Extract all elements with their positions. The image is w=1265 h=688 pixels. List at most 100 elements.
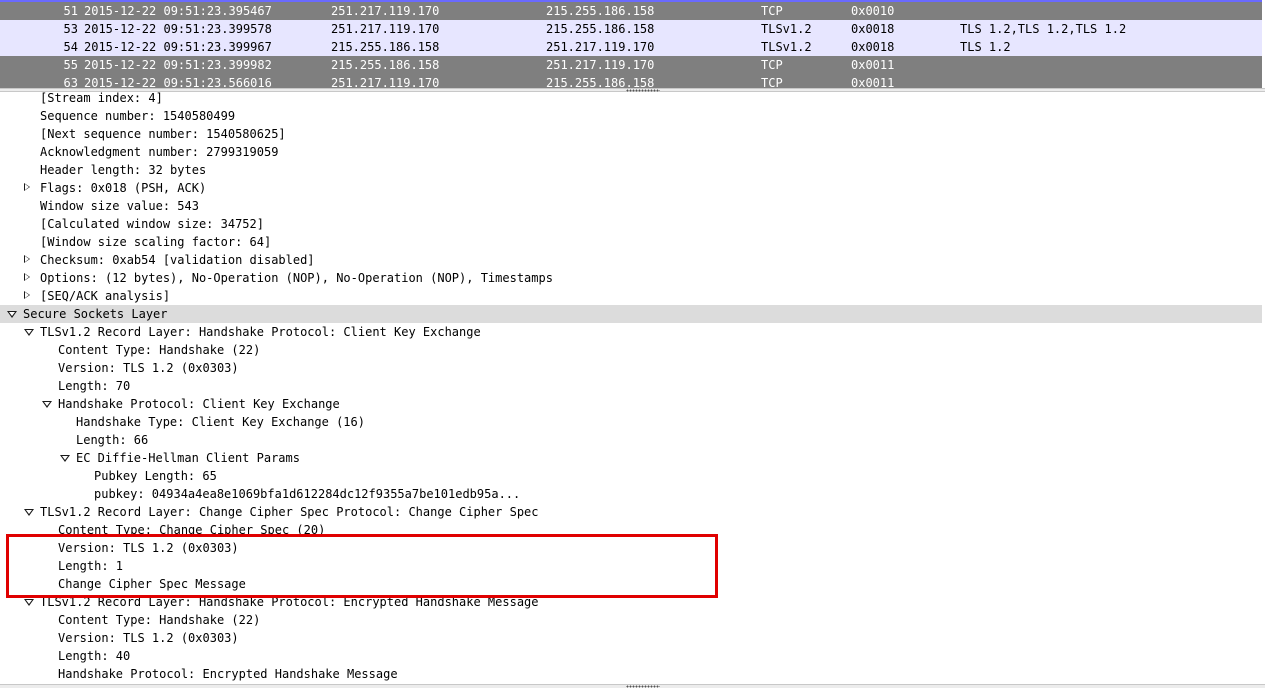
- expanded-triangle-icon[interactable]: [24, 329, 34, 336]
- tree-item[interactable]: TLSv1.2 Record Layer: Handshake Protocol…: [0, 593, 1262, 611]
- tree-item[interactable]: Length: 70: [0, 377, 1262, 395]
- expanded-triangle-icon[interactable]: [60, 455, 70, 462]
- tree-item-label: Version: TLS 1.2 (0x0303): [58, 541, 239, 555]
- expanded-triangle-icon[interactable]: [7, 311, 17, 318]
- tree-item[interactable]: Content Type: Handshake (22): [0, 611, 1262, 629]
- packet-row[interactable]: 54 2015-12-22 09:51:23.399967 215.255.186.…: [0, 38, 1262, 56]
- tree-item-label: TLSv1.2 Record Layer: Handshake Protocol…: [40, 325, 481, 339]
- tree-item[interactable]: Pubkey Length: 65: [0, 467, 1262, 485]
- packet-cell-len: 0x0011: [851, 76, 895, 88]
- packet-cell-time: 2015-12-22 09:51:23.566016: [84, 76, 272, 88]
- collapsed-triangle-icon[interactable]: [24, 183, 30, 191]
- tree-item-label: Handshake Type: Client Key Exchange (16): [76, 415, 365, 429]
- packet-list[interactable]: 51 2015-12-22 09:51:23.395467 251.217.119.…: [0, 0, 1265, 88]
- tree-item[interactable]: Version: TLS 1.2 (0x0303): [0, 359, 1262, 377]
- expanded-triangle-icon[interactable]: [24, 599, 34, 606]
- tree-item[interactable]: Handshake Protocol: Encrypted Handshake …: [0, 665, 1262, 683]
- tree-item-label: [Stream index: 4]: [40, 92, 163, 105]
- packet-cell-info: TLS 1.2,TLS 1.2,TLS 1.2: [960, 22, 1127, 36]
- tree-item[interactable]: Content Type: Change Cipher Spec (20): [0, 521, 1262, 539]
- packet-cell-dst: 251.217.119.170: [546, 58, 655, 72]
- tree-item[interactable]: [Stream index: 4]: [0, 92, 1262, 107]
- packet-cell-time: 2015-12-22 09:51:23.399578: [84, 22, 272, 36]
- packet-cell-no: 53: [63, 22, 78, 36]
- tree-item[interactable]: Secure Sockets Layer: [0, 305, 1262, 323]
- packet-cell-info: TLS 1.2: [960, 40, 1011, 54]
- packet-details-tree[interactable]: [Stream index: 4] Sequence number: 154058…: [0, 92, 1265, 684]
- tree-item-label: EC Diffie-Hellman Client Params: [76, 451, 300, 465]
- tree-item-label: Pubkey Length: 65: [94, 469, 217, 483]
- packet-cell-len: 0x0010: [851, 4, 895, 18]
- collapsed-triangle-icon[interactable]: [24, 255, 30, 263]
- packet-row[interactable]: 55 2015-12-22 09:51:23.399982 215.255.186.…: [0, 56, 1262, 74]
- tree-item[interactable]: Sequence number: 1540580499: [0, 107, 1262, 125]
- tree-item-label: Acknowledgment number: 2799319059: [40, 145, 279, 159]
- tree-item[interactable]: Acknowledgment number: 2799319059: [0, 143, 1262, 161]
- tree-item-label: Length: 1: [58, 559, 124, 573]
- tree-item[interactable]: Length: 40: [0, 647, 1262, 665]
- tree-item-label: Header length: 32 bytes: [40, 163, 207, 177]
- packet-cell-src: 215.255.186.158: [331, 40, 440, 54]
- packet-cell-src: 215.255.186.158: [331, 58, 440, 72]
- packet-cell-dst: 215.255.186.158: [546, 76, 655, 88]
- packet-row[interactable]: 53 2015-12-22 09:51:23.399578 251.217.119.…: [0, 20, 1262, 38]
- tree-item[interactable]: pubkey: 04934a4ea8e1069bfa1d612284dc12f9…: [0, 485, 1262, 503]
- packet-cell-time: 2015-12-22 09:51:23.399982: [84, 58, 272, 72]
- packet-cell-proto: TLSv1.2: [761, 40, 812, 54]
- tree-item[interactable]: Length: 66: [0, 431, 1262, 449]
- packet-cell-dst: 215.255.186.158: [546, 4, 655, 18]
- tree-item[interactable]: TLSv1.2 Record Layer: Handshake Protocol…: [0, 323, 1262, 341]
- tree-item[interactable]: Version: TLS 1.2 (0x0303): [0, 539, 1262, 557]
- tree-item-label: Content Type: Change Cipher Spec (20): [58, 523, 326, 537]
- tree-item[interactable]: Version: TLS 1.2 (0x0303): [0, 629, 1262, 647]
- packet-cell-dst: 215.255.186.158: [546, 22, 655, 36]
- wireshark-window: 51 2015-12-22 09:51:23.395467 251.217.119.…: [0, 0, 1265, 688]
- packet-cell-src: 251.217.119.170: [331, 4, 440, 18]
- tree-item[interactable]: [SEQ/ACK analysis]: [0, 287, 1262, 305]
- expanded-triangle-icon[interactable]: [24, 509, 34, 516]
- expanded-triangle-icon[interactable]: [42, 401, 52, 408]
- tree-item[interactable]: Checksum: 0xab54 [validation disabled]: [0, 251, 1262, 269]
- tree-item[interactable]: [Window size scaling factor: 64]: [0, 233, 1262, 251]
- tree-item[interactable]: EC Diffie-Hellman Client Params: [0, 449, 1262, 467]
- packet-cell-len: 0x0018: [851, 22, 895, 36]
- tree-item-label: Checksum: 0xab54 [validation disabled]: [40, 253, 315, 267]
- collapsed-triangle-icon[interactable]: [24, 273, 30, 281]
- packet-cell-len: 0x0011: [851, 58, 895, 72]
- tree-item-label: [Calculated window size: 34752]: [40, 217, 264, 231]
- tree-item[interactable]: TLSv1.2 Record Layer: Change Cipher Spec…: [0, 503, 1262, 521]
- tree-item[interactable]: Handshake Type: Client Key Exchange (16): [0, 413, 1262, 431]
- tree-item-label: Content Type: Handshake (22): [58, 343, 261, 357]
- tree-item[interactable]: Window size value: 543: [0, 197, 1262, 215]
- packet-cell-no: 55: [63, 58, 78, 72]
- tree-item-label: Handshake Protocol: Client Key Exchange: [58, 397, 340, 411]
- collapsed-triangle-icon[interactable]: [24, 291, 30, 299]
- packet-cell-proto: TCP: [761, 58, 783, 72]
- tree-item-label: Sequence number: 1540580499: [40, 109, 236, 123]
- tree-item[interactable]: [Next sequence number: 1540580625]: [0, 125, 1262, 143]
- packet-cell-time: 2015-12-22 09:51:23.399967: [84, 40, 272, 54]
- tree-item[interactable]: Change Cipher Spec Message: [0, 575, 1262, 593]
- tree-item[interactable]: Length: 1: [0, 557, 1262, 575]
- packet-row[interactable]: 63 2015-12-22 09:51:23.566016 251.217.119.…: [0, 74, 1262, 88]
- packet-cell-src: 251.217.119.170: [331, 76, 440, 88]
- packet-cell-proto: TCP: [761, 4, 783, 18]
- tree-item-label: [Window size scaling factor: 64]: [40, 235, 272, 249]
- tree-item-label: Window size value: 543: [40, 199, 199, 213]
- packet-row[interactable]: 51 2015-12-22 09:51:23.395467 251.217.119.…: [0, 2, 1262, 20]
- tree-item-label: Version: TLS 1.2 (0x0303): [58, 631, 239, 645]
- packet-cell-no: 51: [63, 4, 78, 18]
- tree-item[interactable]: Content Type: Handshake (22): [0, 341, 1262, 359]
- tree-item-label: TLSv1.2 Record Layer: Change Cipher Spec…: [40, 505, 539, 519]
- tree-item-label: Change Cipher Spec Message: [58, 577, 246, 591]
- tree-item[interactable]: Flags: 0x018 (PSH, ACK): [0, 179, 1262, 197]
- tree-item-label: Content Type: Handshake (22): [58, 613, 261, 627]
- pane-splitter-bottom[interactable]: [0, 684, 1265, 688]
- tree-item[interactable]: Options: (12 bytes), No-Operation (NOP),…: [0, 269, 1262, 287]
- tree-item-label: TLSv1.2 Record Layer: Handshake Protocol…: [40, 595, 539, 609]
- tree-item[interactable]: Handshake Protocol: Client Key Exchange: [0, 395, 1262, 413]
- tree-item[interactable]: [Calculated window size: 34752]: [0, 215, 1262, 233]
- tree-item-label: [Next sequence number: 1540580625]: [40, 127, 286, 141]
- tree-item[interactable]: Header length: 32 bytes: [0, 161, 1262, 179]
- tree-item-label: Length: 66: [76, 433, 149, 447]
